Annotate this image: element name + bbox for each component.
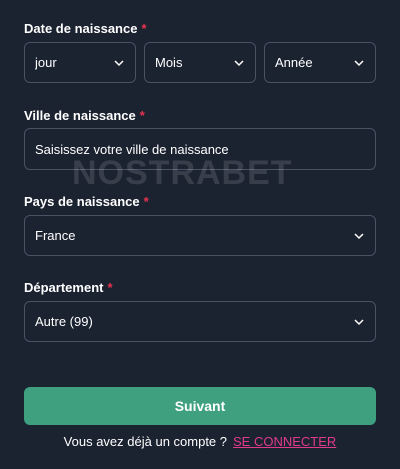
chevron-down-icon bbox=[353, 57, 365, 69]
birth-date-label: Date de naissance * bbox=[24, 21, 147, 36]
year-select-value: Année bbox=[275, 55, 313, 70]
birth-country-select[interactable]: France bbox=[24, 215, 376, 256]
birth-country-label: Pays de naissance * bbox=[24, 194, 149, 209]
year-select[interactable]: Année bbox=[264, 42, 376, 83]
login-prompt-row: Vous avez déjà un compte ? SE CONNECTER bbox=[0, 434, 400, 449]
department-select[interactable]: Autre (99) bbox=[24, 301, 376, 342]
required-mark: * bbox=[107, 280, 113, 295]
birth-country-label-text: Pays de naissance bbox=[24, 194, 140, 209]
department-label-text: Département bbox=[24, 280, 104, 295]
day-select[interactable]: jour bbox=[24, 42, 136, 83]
birth-city-label-text: Ville de naissance bbox=[24, 108, 136, 123]
chevron-down-icon bbox=[353, 230, 365, 242]
chevron-down-icon bbox=[353, 316, 365, 328]
chevron-down-icon bbox=[233, 57, 245, 69]
month-select[interactable]: Mois bbox=[144, 42, 256, 83]
required-mark: * bbox=[143, 194, 149, 209]
required-mark: * bbox=[139, 108, 145, 123]
watermark-logo: NOSTRABET bbox=[72, 154, 293, 192]
birth-country-value: France bbox=[35, 228, 76, 243]
day-select-value: jour bbox=[35, 55, 57, 70]
required-mark: * bbox=[141, 21, 147, 36]
next-button[interactable]: Suivant bbox=[24, 387, 376, 425]
login-prompt-text: Vous avez déjà un compte ? bbox=[63, 434, 228, 449]
birth-city-label: Ville de naissance * bbox=[24, 108, 145, 123]
chevron-down-icon bbox=[113, 57, 125, 69]
month-select-value: Mois bbox=[155, 55, 183, 70]
login-link[interactable]: SE CONNECTER bbox=[233, 434, 336, 449]
birth-date-label-text: Date de naissance bbox=[24, 21, 138, 36]
department-label: Département * bbox=[24, 280, 113, 295]
department-value: Autre (99) bbox=[35, 314, 93, 329]
